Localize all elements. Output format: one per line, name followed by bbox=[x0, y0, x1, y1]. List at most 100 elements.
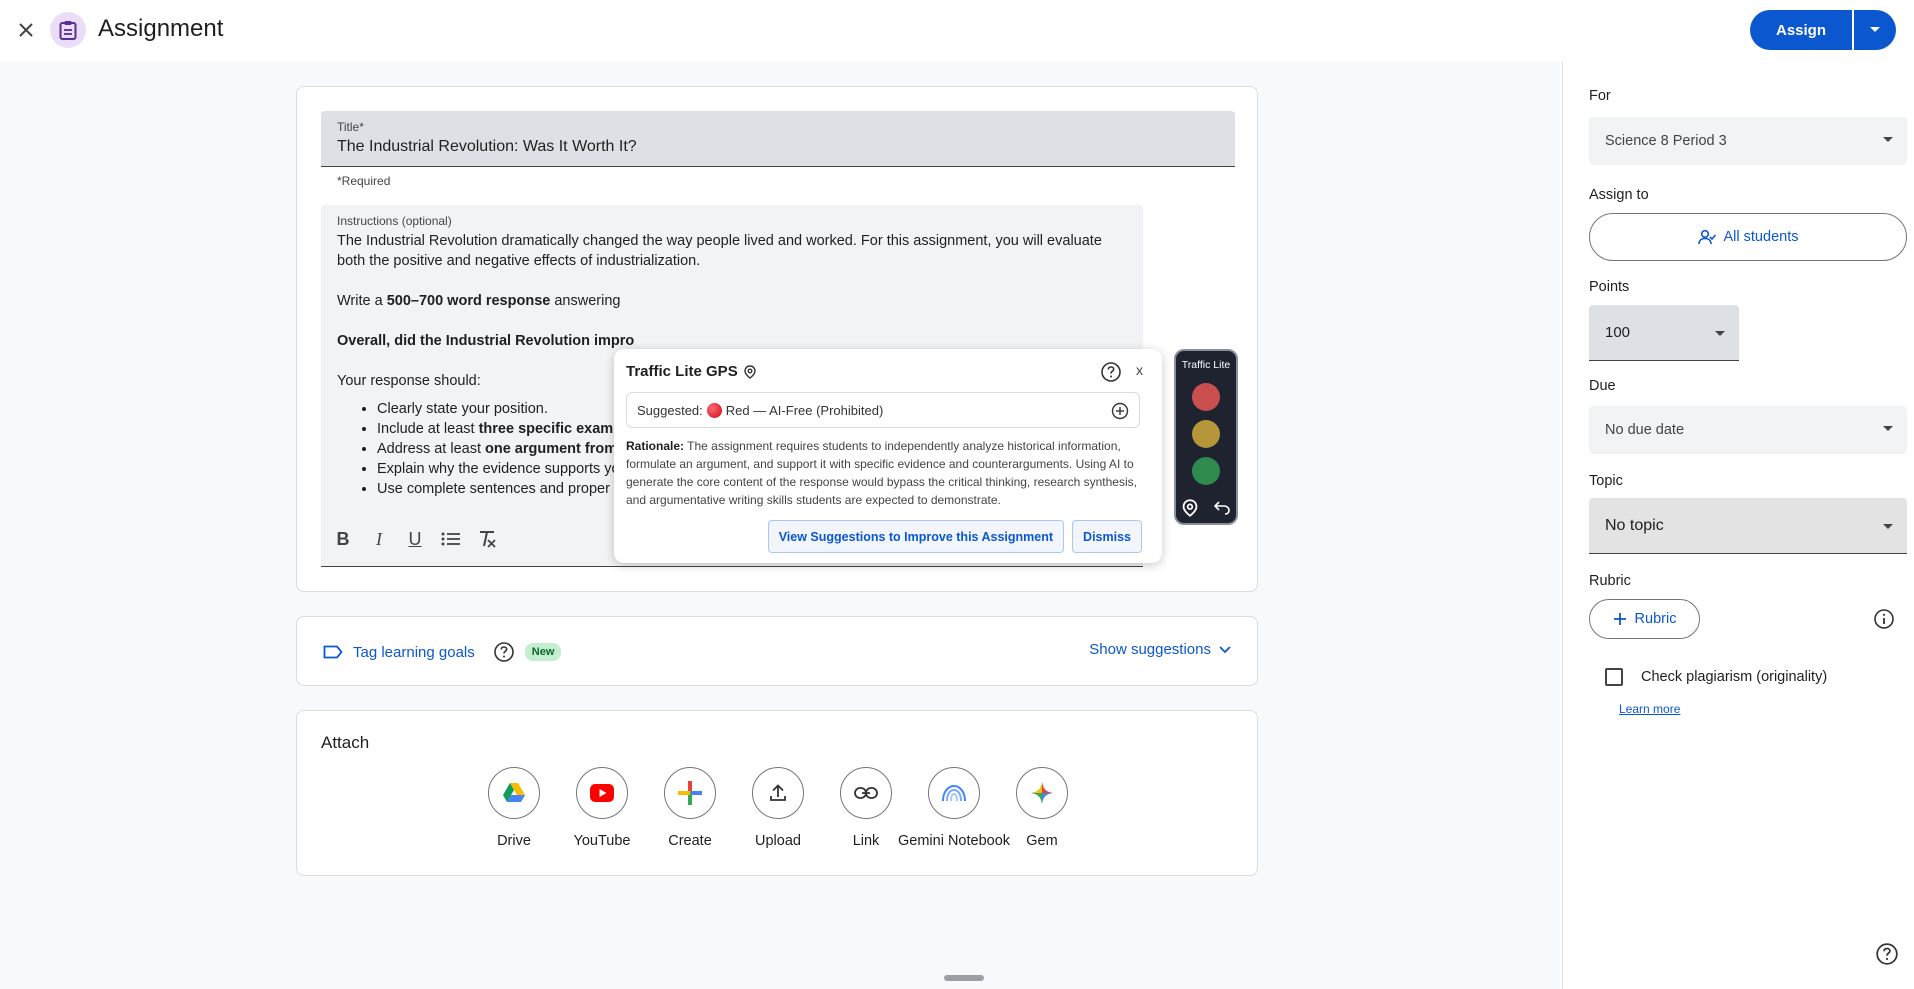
assign-dropdown-button[interactable] bbox=[1854, 10, 1896, 50]
attach-label: Gem bbox=[1026, 833, 1058, 849]
attach-label: Upload bbox=[755, 833, 801, 849]
title-input[interactable]: The Industrial Revolution: Was It Worth … bbox=[337, 138, 637, 156]
suggested-label: Suggested: bbox=[637, 402, 703, 418]
show-suggestions-label: Show suggestions bbox=[1089, 641, 1211, 658]
traffic-widget-icons bbox=[1182, 499, 1230, 517]
gps-close-button[interactable]: x bbox=[1136, 362, 1143, 378]
rubric-label: Rubric bbox=[1589, 573, 1631, 589]
due-label: Due bbox=[1589, 378, 1616, 394]
green-light[interactable] bbox=[1192, 457, 1220, 485]
clear-format-button[interactable] bbox=[473, 525, 501, 553]
view-suggestions-button[interactable]: View Suggestions to Improve this Assignm… bbox=[767, 520, 1065, 553]
help-icon[interactable] bbox=[493, 641, 515, 663]
info-icon[interactable] bbox=[1873, 608, 1895, 630]
app-header: Assignment Assign bbox=[0, 0, 1914, 62]
topic-value: No topic bbox=[1605, 516, 1664, 534]
attach-youtube[interactable]: YouTube bbox=[557, 767, 647, 849]
gps-title: Traffic Lite GPS bbox=[626, 363, 756, 380]
required-note: *Required bbox=[337, 174, 391, 188]
attach-create[interactable]: Create bbox=[645, 767, 735, 849]
plagiarism-label: Check plagiarism (originality) bbox=[1641, 669, 1828, 685]
caret-down-icon bbox=[1870, 27, 1880, 32]
underline-button[interactable]: U bbox=[401, 525, 429, 553]
traffic-lite-gps-popup: Traffic Lite GPS x Suggested: Red — AI-F… bbox=[614, 349, 1162, 563]
location-pin-icon[interactable] bbox=[1182, 499, 1198, 517]
points-value: 100 bbox=[1605, 324, 1631, 341]
add-rubric-button[interactable]: Rubric bbox=[1589, 599, 1700, 639]
attach-label: Link bbox=[852, 833, 880, 849]
youtube-icon[interactable] bbox=[576, 767, 628, 819]
instructions-paragraph: The Industrial Revolution dramatically c… bbox=[337, 233, 1102, 269]
attach-drive[interactable]: Drive bbox=[469, 767, 559, 849]
due-date-select[interactable]: No due date bbox=[1589, 406, 1907, 454]
settings-sidebar: For Science 8 Period 3 Assign to All stu… bbox=[1562, 62, 1914, 989]
for-value: Science 8 Period 3 bbox=[1605, 133, 1727, 149]
points-select[interactable]: 100 bbox=[1589, 305, 1739, 361]
for-label: For bbox=[1589, 88, 1611, 104]
gemini-notebook-icon[interactable] bbox=[928, 767, 980, 819]
bold-button[interactable]: B bbox=[329, 525, 357, 553]
main-content: Title* The Industrial Revolution: Was It… bbox=[0, 62, 1560, 989]
tag-learning-goals: Tag learning goals New bbox=[323, 641, 562, 663]
caret-down-icon bbox=[1715, 331, 1725, 336]
bullet-list-button[interactable] bbox=[437, 525, 465, 553]
bullet-list-icon bbox=[441, 532, 460, 546]
attach-gemini-notebook[interactable]: Gemini Notebook bbox=[898, 767, 1010, 849]
assign-to-button[interactable]: All students bbox=[1589, 213, 1907, 261]
location-pin-icon bbox=[744, 364, 756, 379]
dismiss-button[interactable]: Dismiss bbox=[1072, 520, 1142, 553]
for-select[interactable]: Science 8 Period 3 bbox=[1589, 117, 1907, 165]
close-icon[interactable] bbox=[12, 16, 40, 44]
link-icon[interactable] bbox=[840, 767, 892, 819]
help-icon[interactable] bbox=[1100, 361, 1122, 383]
tag-learning-goals-link[interactable]: Tag learning goals bbox=[353, 644, 475, 661]
undo-icon[interactable] bbox=[1214, 499, 1230, 515]
drag-handle[interactable] bbox=[944, 975, 984, 981]
yellow-light[interactable] bbox=[1192, 420, 1220, 448]
caret-down-icon bbox=[1883, 426, 1893, 431]
traffic-lite-widget[interactable]: Traffic Lite bbox=[1174, 349, 1238, 525]
rubric-button-label: Rubric bbox=[1634, 611, 1677, 627]
attach-upload[interactable]: Upload bbox=[733, 767, 823, 849]
italic-button[interactable]: I bbox=[365, 525, 393, 553]
rationale-text: Rationale: The assignment requires stude… bbox=[626, 439, 1137, 507]
attach-label: Gemini Notebook bbox=[897, 833, 1011, 849]
format-toolbar: B I U bbox=[329, 525, 501, 553]
show-suggestions-button[interactable]: Show suggestions bbox=[1089, 641, 1231, 658]
instructions-label: Instructions (optional) bbox=[337, 214, 452, 228]
due-value: No due date bbox=[1605, 422, 1685, 438]
learn-more-link[interactable]: Learn more bbox=[1619, 702, 1680, 716]
help-icon[interactable] bbox=[1875, 942, 1899, 966]
topic-label: Topic bbox=[1589, 473, 1623, 489]
plagiarism-check-row[interactable]: Check plagiarism (originality) bbox=[1605, 668, 1827, 686]
clear-format-icon bbox=[480, 531, 496, 548]
gps-actions: View Suggestions to Improve this Assignm… bbox=[767, 520, 1142, 553]
gem-sparkle-icon[interactable] bbox=[1016, 767, 1068, 819]
learning-goals-card: Tag learning goals New Show suggestions bbox=[296, 616, 1258, 686]
red-light[interactable] bbox=[1192, 383, 1220, 411]
attach-card: Attach Drive YouTube Create Upload Link … bbox=[296, 710, 1258, 876]
chevron-down-icon bbox=[1219, 645, 1231, 653]
topic-select[interactable]: No topic bbox=[1589, 498, 1907, 554]
plus-icon bbox=[1613, 613, 1626, 625]
traffic-lite-label: Traffic Lite bbox=[1181, 359, 1231, 371]
instructions-question: Overall, did the Industrial Revolution i… bbox=[337, 333, 635, 349]
page-title: Assignment bbox=[98, 15, 224, 42]
create-plus-icon[interactable] bbox=[664, 767, 716, 819]
attach-label: YouTube bbox=[573, 833, 631, 849]
upload-icon[interactable] bbox=[752, 767, 804, 819]
attach-label: Drive bbox=[497, 833, 531, 849]
suggestion-box: Suggested: Red — AI-Free (Prohibited) bbox=[626, 392, 1140, 428]
caret-down-icon bbox=[1883, 524, 1893, 529]
label-icon bbox=[323, 645, 343, 659]
instructions-paragraph: Write a 500–700 word response answering bbox=[337, 293, 621, 309]
red-circle-icon bbox=[706, 402, 722, 418]
drive-icon[interactable] bbox=[488, 767, 540, 819]
title-field[interactable]: Title* The Industrial Revolution: Was It… bbox=[321, 111, 1235, 167]
caret-down-icon bbox=[1883, 137, 1893, 142]
add-circle-icon[interactable] bbox=[1111, 402, 1129, 420]
assignment-icon bbox=[50, 12, 86, 48]
assign-button[interactable]: Assign bbox=[1749, 10, 1852, 50]
plagiarism-checkbox[interactable] bbox=[1605, 668, 1623, 686]
attach-gem[interactable]: Gem bbox=[997, 767, 1087, 849]
